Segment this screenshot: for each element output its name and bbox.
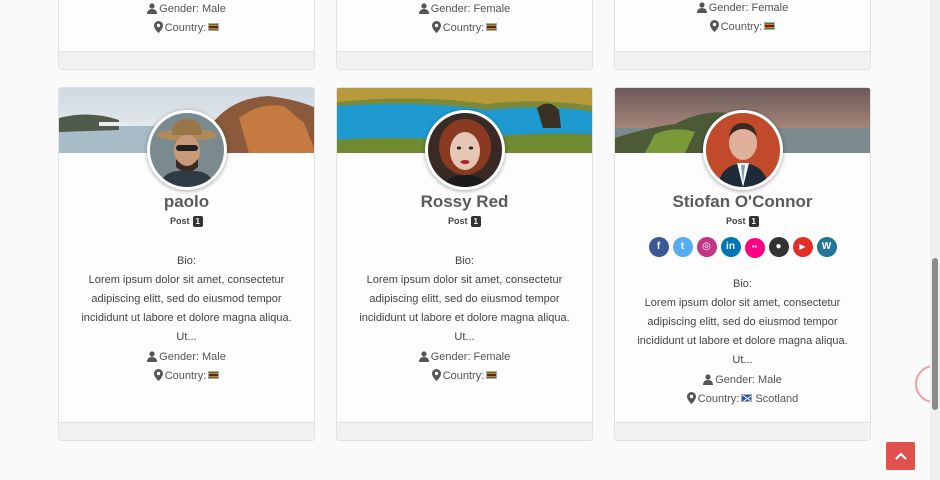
- github-icon[interactable]: ●: [768, 237, 789, 257]
- post-count-badge: 1: [192, 216, 203, 228]
- user-icon: [147, 3, 158, 14]
- scrollbar-thumb[interactable]: [932, 258, 938, 410]
- post-count: Post 1: [59, 216, 314, 228]
- map-marker-icon: [686, 392, 696, 404]
- country-row: Country:: [337, 21, 592, 35]
- profile-name[interactable]: paolo: [59, 192, 314, 212]
- zimbabwe-flag-icon: [486, 371, 498, 379]
- user-icon: [418, 3, 429, 14]
- post-count: Post 1: [337, 216, 592, 228]
- avatar[interactable]: [702, 110, 783, 190]
- country-row: Country:: [615, 20, 870, 34]
- bio-text: Lorem ipsum dolor sit amet, consectetur …: [359, 274, 570, 343]
- zimbabwe-flag-icon: [208, 371, 220, 379]
- card-footer: [337, 422, 592, 440]
- chevron-up-icon: [894, 452, 907, 460]
- profile-card-rossy-red[interactable]: Rossy Red Post 1 Bio: Lorem ipsum dolor s…: [336, 87, 593, 441]
- social-links: f t ◎ in •• ● ▶ W: [615, 236, 870, 258]
- zimbabwe-flag-icon: [764, 22, 776, 30]
- country-row: Country:: [337, 369, 592, 383]
- user-icon: [418, 351, 429, 362]
- avatar[interactable]: [146, 110, 227, 190]
- profile-card-stiofan-oconnor[interactable]: Stiofan O'Connor Post 1 f t ◎ in •• ● ▶ W Bio: L…: [614, 87, 871, 441]
- profile-card-top-3: Gender: Female Country:: [614, 0, 871, 70]
- map-marker-icon: [153, 21, 163, 33]
- bio-text: Lorem ipsum dolor sit amet, consectetur …: [637, 297, 848, 366]
- avatar[interactable]: [424, 110, 505, 190]
- gender-row: Gender: Female: [615, 1, 870, 15]
- instagram-icon[interactable]: ◎: [696, 237, 717, 257]
- wordpress-icon[interactable]: W: [816, 237, 837, 257]
- card-footer: [59, 51, 314, 69]
- zimbabwe-flag-icon: [486, 23, 498, 31]
- user-icon: [147, 351, 158, 362]
- card-footer: [59, 422, 314, 440]
- post-count-badge: 1: [470, 216, 481, 228]
- scotland-flag-icon: [741, 394, 753, 402]
- youtube-icon[interactable]: ▶: [792, 237, 813, 257]
- page-scrollbar[interactable]: [930, 0, 940, 480]
- twitter-icon[interactable]: t: [672, 237, 693, 257]
- country-row: Country: Scotland: [615, 392, 870, 406]
- profile-name[interactable]: Stiofan O'Connor: [615, 192, 870, 212]
- profile-card-paolo[interactable]: paolo Post 1 Bio: Lorem ipsum dolor sit a…: [58, 87, 315, 441]
- flickr-icon[interactable]: ••: [744, 238, 765, 258]
- bio-label: Bio:: [733, 278, 752, 290]
- card-footer: [615, 51, 870, 69]
- gender-row: Gender: Male: [615, 373, 870, 387]
- facebook-icon[interactable]: f: [648, 237, 669, 257]
- gender-row: Gender: Female: [337, 2, 592, 16]
- bio-label: Bio:: [177, 255, 196, 267]
- map-marker-icon: [431, 21, 441, 33]
- gender-row: Gender: Male: [59, 2, 314, 16]
- map-marker-icon: [153, 369, 163, 381]
- map-marker-icon: [709, 20, 719, 32]
- post-count: Post 1: [615, 216, 870, 228]
- linkedin-icon[interactable]: in: [720, 237, 741, 257]
- back-to-top-button[interactable]: [886, 442, 915, 470]
- bio-text: Lorem ipsum dolor sit amet, consectetur …: [81, 274, 292, 343]
- profile-card-top-2: Gender: Female Country:: [336, 0, 593, 70]
- country-name: Scotland: [755, 393, 799, 405]
- gender-row: Gender: Male: [59, 350, 314, 364]
- user-icon: [703, 374, 714, 385]
- map-marker-icon: [431, 369, 441, 381]
- gender-row: Gender: Female: [337, 350, 592, 364]
- profile-name[interactable]: Rossy Red: [337, 192, 592, 212]
- country-row: Country:: [59, 369, 314, 383]
- user-icon: [696, 2, 707, 13]
- profile-card-top-1: Gender: Male Country:: [58, 0, 315, 70]
- card-footer: [615, 422, 870, 440]
- post-count-badge: 1: [748, 216, 759, 228]
- zimbabwe-flag-icon: [208, 23, 220, 31]
- card-footer: [337, 51, 592, 69]
- country-row: Country:: [59, 21, 314, 35]
- bio-label: Bio:: [455, 255, 474, 267]
